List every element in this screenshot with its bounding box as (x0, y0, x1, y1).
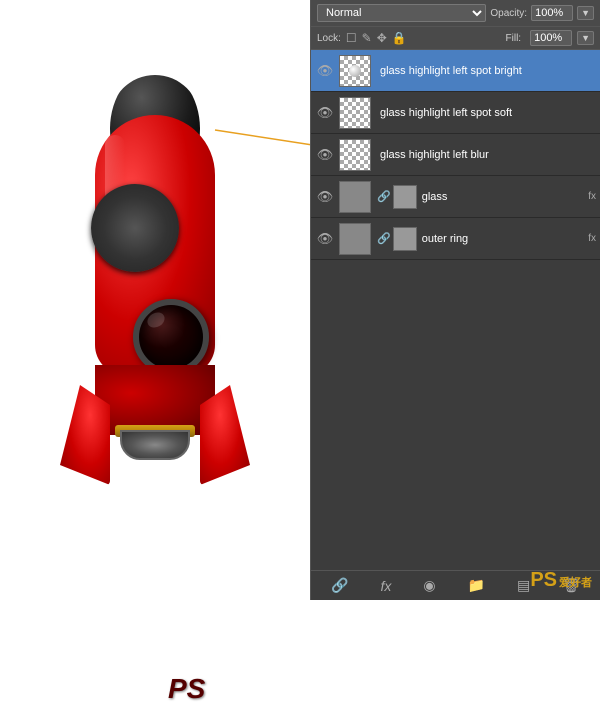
layer-row[interactable]: 👁 🔗 glass fx (311, 176, 600, 218)
layer-name: outer ring (417, 233, 585, 245)
rocket-nozzle (120, 430, 190, 460)
layer-thumbnail (339, 97, 371, 129)
layer-row[interactable]: 👁 glass highlight left blur (311, 134, 600, 176)
rocket-fin-left (60, 385, 110, 485)
fx-icon[interactable]: fx (380, 578, 391, 594)
opacity-label: Opacity: (490, 8, 527, 19)
layer-visibility-icon[interactable]: 👁 (315, 105, 335, 121)
layer-fx-badge: fx (588, 191, 596, 202)
layer-thumbnail (339, 181, 371, 213)
lock-label: Lock: (317, 33, 341, 44)
layer-name: glass (417, 191, 585, 203)
link-icon[interactable]: 🔗 (331, 577, 348, 594)
layer-row[interactable]: 👁 glass highlight left spot bright (311, 50, 600, 92)
layer-visibility-icon[interactable]: 👁 (315, 231, 335, 247)
layer-name: glass highlight left spot soft (375, 107, 596, 119)
layer-visibility-icon[interactable]: 👁 (315, 189, 335, 205)
ps-logo: PS (168, 675, 205, 703)
fill-arrow[interactable]: ▼ (577, 31, 594, 45)
layer-thumb-dot (349, 65, 361, 77)
layers-panel: Normal Opacity: ▼ Lock: ☐ ✎ ✥ 🔒 Fill: ▼ … (310, 0, 600, 600)
layer-thumbnail (339, 223, 371, 255)
layer-visibility-icon[interactable]: 👁 (315, 63, 335, 79)
lock-brush-icon[interactable]: ✎ (362, 31, 372, 45)
layer-thumbnail (339, 139, 371, 171)
mask-icon[interactable]: ◉ (423, 577, 435, 594)
layer-fx-badge: fx (588, 233, 596, 244)
fill-label: Fill: (506, 33, 522, 44)
layer-row[interactable]: 👁 glass highlight left spot soft (311, 92, 600, 134)
rocket-fin-right (200, 385, 250, 485)
layers-list: 👁 glass highlight left spot bright 👁 gla… (311, 50, 600, 260)
ps-watermark: PS爱好者 (530, 569, 592, 592)
folder-icon[interactable]: 📁 (468, 577, 485, 594)
layer-name: glass highlight left spot bright (375, 65, 596, 77)
layer-row[interactable]: 👁 🔗 outer ring fx (311, 218, 600, 260)
adjustment-icon[interactable]: ▤ (517, 577, 530, 594)
fill-input[interactable] (530, 30, 572, 46)
window-ring (91, 184, 179, 272)
opacity-arrow[interactable]: ▼ (577, 6, 594, 20)
rocket-window (133, 299, 209, 375)
layer-thumbnail (339, 55, 371, 87)
panel-lock-bar: Lock: ☐ ✎ ✥ 🔒 Fill: ▼ (311, 27, 600, 50)
layer-visibility-icon[interactable]: 👁 (315, 147, 335, 163)
lock-move-icon[interactable]: ✥ (377, 31, 387, 45)
panel-top-bar: Normal Opacity: ▼ (311, 0, 600, 27)
layer-link-icon[interactable]: 🔗 (377, 190, 391, 203)
lock-check-icon[interactable]: ☐ (346, 31, 357, 45)
rocket-area: PS (0, 0, 310, 600)
lock-padlock-icon[interactable]: 🔒 (392, 31, 407, 45)
layer-link-icon[interactable]: 🔗 (377, 232, 391, 245)
opacity-input[interactable] (531, 5, 573, 21)
layer-name: glass highlight left blur (375, 149, 596, 161)
layer-mask-thumbnail (393, 185, 417, 209)
layer-mask-thumbnail (393, 227, 417, 251)
blend-mode-select[interactable]: Normal (317, 4, 486, 22)
rocket-wrapper: PS (55, 75, 255, 555)
